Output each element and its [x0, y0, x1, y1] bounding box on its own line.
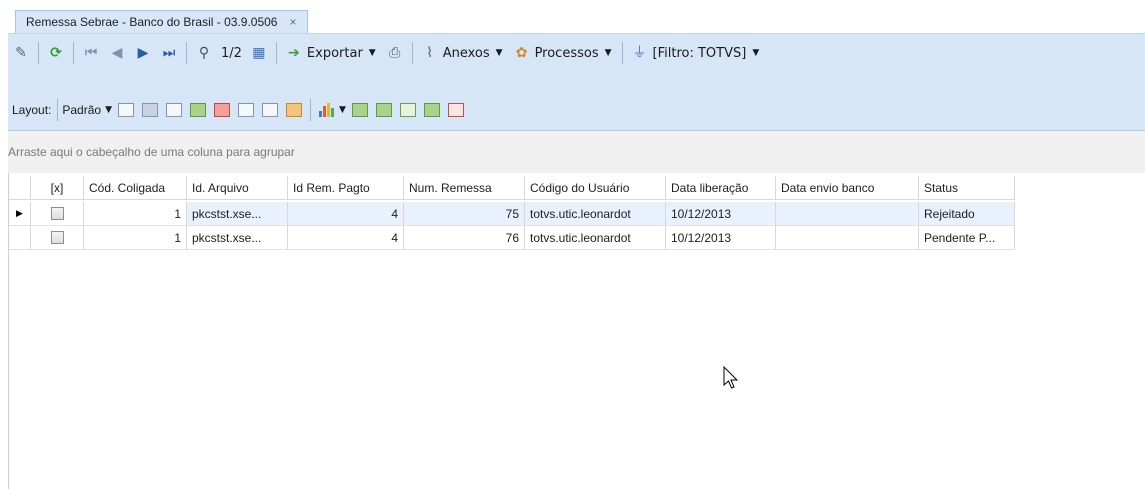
export-layout-icon[interactable] [214, 103, 230, 117]
separator [57, 99, 59, 121]
cell-cod-coligada[interactable]: 1 [84, 202, 187, 226]
column-header-data-envio-banco[interactable]: Data envio banco [776, 176, 919, 200]
separator [73, 42, 74, 64]
cell-id-rem-pagto[interactable]: 4 [288, 226, 404, 250]
row-indicator-header [9, 176, 31, 200]
row-indicator [9, 226, 31, 250]
column-header-data-liberacao[interactable]: Data liberação [666, 176, 776, 200]
column-header-codigo-usuario[interactable]: Código do Usuário [525, 176, 666, 200]
first-record-icon[interactable]: ⏮ [82, 44, 100, 62]
processes-dropdown-icon[interactable]: ▼ [605, 48, 612, 58]
sum-icon[interactable] [262, 103, 278, 117]
tab-strip: Remessa Sebrae - Banco do Brasil - 03.9.… [0, 0, 1145, 33]
row-checkbox[interactable] [50, 207, 64, 220]
separator [411, 42, 413, 64]
processes-icon[interactable]: ✿ [513, 44, 531, 62]
filter-icon[interactable]: ⏚ [631, 44, 649, 62]
view-icon-3[interactable] [399, 103, 416, 117]
export-button[interactable]: Exportar [307, 46, 363, 61]
close-tab-icon[interactable]: × [289, 15, 296, 29]
cell-status[interactable]: Rejeitado [919, 202, 1015, 226]
separator [38, 42, 39, 64]
cell-id-arquivo[interactable]: pkcstst.xse... [187, 202, 288, 226]
binoculars-icon[interactable]: ⚲ [195, 44, 213, 62]
cell-num-remessa[interactable]: 76 [404, 226, 525, 250]
column-header-cod-coligada[interactable]: Cód. Coligada [84, 176, 187, 200]
column-header-id-rem-pagto[interactable]: Id Rem. Pagto [288, 176, 404, 200]
processes-button[interactable]: Processos [535, 46, 599, 61]
format-icon[interactable] [286, 103, 302, 117]
column-header-select[interactable]: [x] [31, 176, 84, 200]
cell-data-envio-banco[interactable] [776, 202, 919, 226]
group-by-hint: Arraste aqui o cabeçalho de uma coluna p… [8, 145, 295, 159]
cell-codigo-usuario[interactable]: totvs.utic.leonardot [525, 226, 666, 250]
chart-icon[interactable] [319, 103, 335, 117]
refresh-icon[interactable]: ⟳ [47, 44, 65, 62]
attachments-dropdown-icon[interactable]: ▼ [496, 48, 503, 58]
separator [275, 42, 277, 64]
previous-record-icon[interactable]: ◀ [108, 44, 126, 62]
row-checkbox[interactable] [50, 231, 64, 244]
group-icon[interactable] [238, 103, 254, 117]
chart-dropdown-icon[interactable]: ▼ [339, 105, 346, 115]
layout-select[interactable]: Padrão [62, 103, 101, 117]
font-icon[interactable] [447, 103, 464, 117]
separator [186, 42, 187, 64]
next-record-icon[interactable]: ▶ [134, 44, 152, 62]
separator [621, 42, 623, 64]
view-icon-2[interactable] [375, 103, 392, 117]
group-by-panel[interactable]: Arraste aqui o cabeçalho de uma coluna p… [8, 131, 1145, 173]
table-row[interactable]: ▶ 1 pkcstst.xse... 4 75 totvs.utic.leona… [9, 202, 1015, 226]
data-grid: [x] Cód. Coligada Id. Arquivo Id Rem. Pa… [8, 173, 1145, 489]
attachments-button[interactable]: Anexos [443, 46, 490, 61]
column-header-id-arquivo[interactable]: Id. Arquivo [187, 176, 288, 200]
cell-data-liberacao[interactable]: 10/12/2013 [666, 226, 776, 250]
save-layout-icon[interactable] [118, 103, 134, 117]
cell-cod-coligada[interactable]: 1 [84, 226, 187, 250]
cell-id-arquivo[interactable]: pkcstst.xse... [187, 226, 288, 250]
layout-dropdown-icon[interactable]: ▼ [105, 105, 112, 115]
separator [310, 99, 311, 121]
view-icon-4[interactable] [423, 103, 440, 117]
tab-title: Remessa Sebrae - Banco do Brasil - 03.9.… [26, 15, 278, 29]
view-icon-1[interactable] [351, 103, 368, 117]
mouse-cursor-icon [723, 366, 739, 389]
delete-layout-icon[interactable] [142, 103, 158, 117]
main-toolbar: ✎ ⟳ ⏮ ◀ ▶ ⏭ ⚲ 1/2 ▦ ➔ Exportar ▼ ⎙ ⌇ Ane… [8, 33, 1145, 91]
table-row[interactable]: 1 pkcstst.xse... 4 76 totvs.utic.leonard… [9, 226, 1015, 250]
columns-icon[interactable] [166, 103, 182, 117]
cell-num-remessa[interactable]: 75 [404, 202, 525, 226]
export-icon[interactable]: ➔ [285, 44, 303, 62]
layout-toolbar: Layout: Padrão ▼ ▼ [8, 91, 1145, 131]
import-layout-icon[interactable] [190, 103, 206, 117]
filter-button[interactable]: [Filtro: TOTVS] [653, 46, 747, 61]
document-tab[interactable]: Remessa Sebrae - Banco do Brasil - 03.9.… [15, 10, 308, 33]
cell-codigo-usuario[interactable]: totvs.utic.leonardot [525, 202, 666, 226]
cell-data-liberacao[interactable]: 10/12/2013 [666, 202, 776, 226]
export-dropdown-icon[interactable]: ▼ [369, 48, 376, 58]
current-row-arrow-icon: ▶ [16, 208, 23, 218]
last-record-icon[interactable]: ⏭ [160, 44, 178, 62]
grid-header: [x] Cód. Coligada Id. Arquivo Id Rem. Pa… [9, 176, 1015, 200]
print-icon[interactable]: ⎙ [386, 44, 404, 62]
grid-view-icon[interactable]: ▦ [250, 44, 268, 62]
layout-label: Layout: [12, 103, 52, 117]
row-checkbox-cell [31, 202, 84, 226]
filter-dropdown-icon[interactable]: ▼ [752, 48, 759, 58]
cell-id-rem-pagto[interactable]: 4 [288, 202, 404, 226]
edit-icon[interactable]: ✎ [12, 44, 30, 62]
column-header-status[interactable]: Status [919, 176, 1015, 200]
cell-data-envio-banco[interactable] [776, 226, 919, 250]
paperclip-icon[interactable]: ⌇ [421, 44, 439, 62]
column-header-num-remessa[interactable]: Num. Remessa [404, 176, 525, 200]
row-checkbox-cell [31, 226, 84, 250]
record-pager: 1/2 [221, 45, 242, 61]
row-indicator: ▶ [9, 202, 31, 226]
cell-status[interactable]: Pendente P... [919, 226, 1015, 250]
